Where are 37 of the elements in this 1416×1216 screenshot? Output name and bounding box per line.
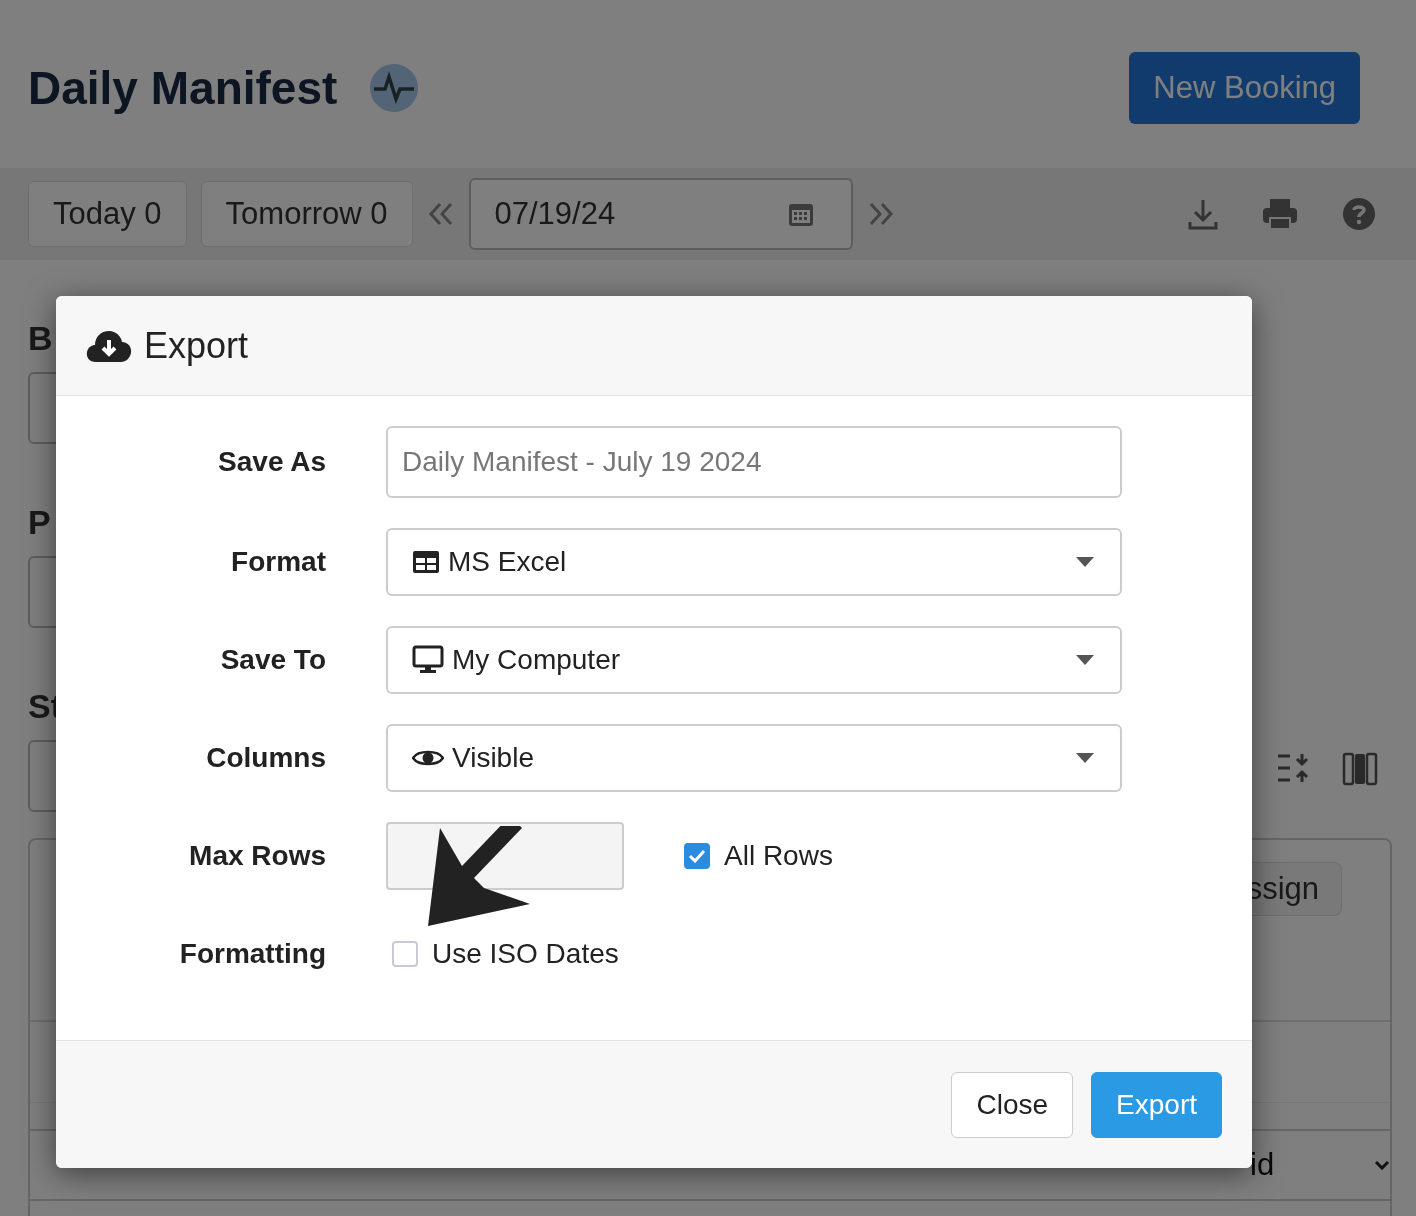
new-booking-button[interactable]: New Booking bbox=[1129, 52, 1360, 124]
filter-label: P bbox=[28, 502, 51, 543]
field-label: Columns bbox=[205, 742, 326, 774]
table-icon bbox=[412, 550, 440, 574]
cloud-download-icon bbox=[86, 328, 132, 363]
field-label: Save To bbox=[219, 644, 326, 676]
select-field[interactable]: MS Excel bbox=[386, 528, 1122, 596]
date-field[interactable]: 07/19/24 bbox=[468, 178, 853, 250]
export-button[interactable]: Export bbox=[1091, 1071, 1222, 1138]
dialog-title: Export bbox=[144, 324, 249, 367]
select-field[interactable]: id bbox=[1250, 1131, 1390, 1199]
caret-icon bbox=[1076, 753, 1094, 763]
quick-date-button[interactable]: Today 0 bbox=[28, 181, 187, 247]
filter-label: B bbox=[28, 318, 53, 359]
help-icon[interactable] bbox=[1342, 197, 1376, 231]
pulse-icon[interactable] bbox=[369, 63, 420, 113]
printer-icon[interactable] bbox=[1262, 198, 1298, 230]
caret-icon bbox=[1076, 655, 1094, 665]
field-label: Save As bbox=[217, 446, 326, 478]
check-icon bbox=[688, 849, 706, 863]
page-title: Daily Manifest bbox=[28, 61, 338, 115]
field-label: Formatting bbox=[178, 938, 326, 970]
columns-icon[interactable] bbox=[1342, 752, 1378, 786]
close-button[interactable]: Close bbox=[951, 1071, 1074, 1138]
checkbox-option[interactable]: Use ISO Dates bbox=[386, 938, 1122, 970]
select-field[interactable]: My Computer bbox=[386, 626, 1122, 694]
select-field[interactable]: Visible bbox=[386, 724, 1122, 792]
caret-icon bbox=[1076, 557, 1094, 567]
field-label: Format bbox=[230, 546, 326, 578]
input-field[interactable]: Daily Manifest - July 19 2024 bbox=[386, 426, 1122, 498]
chevron-left-icon[interactable] bbox=[426, 200, 455, 228]
checkbox-option[interactable]: All Rows bbox=[684, 840, 833, 872]
quick-date-button[interactable]: Tomorrow 0 bbox=[200, 181, 413, 247]
field-label: Max Rows bbox=[188, 840, 326, 872]
download-icon[interactable] bbox=[1188, 198, 1218, 230]
chevron-down-icon bbox=[1374, 1160, 1390, 1170]
monitor-icon bbox=[412, 645, 444, 675]
